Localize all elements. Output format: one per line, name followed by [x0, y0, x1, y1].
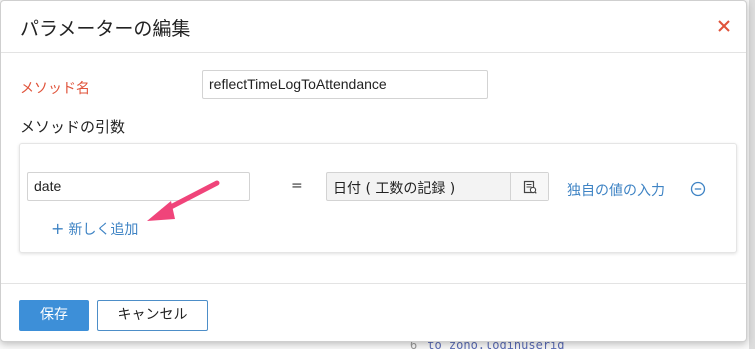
method-name-field[interactable]: reflectTimeLogToAttendance [202, 70, 488, 99]
save-button[interactable]: 保存 [19, 300, 89, 331]
dialog-header: パラメーターの編集 [1, 1, 746, 53]
argument-value-text: 日付 ( 工数の記録 ) [333, 181, 456, 197]
arguments-panel: date = 日付 ( 工数の記録 ) 独自の値の入力 + 新しく追加 [19, 143, 737, 253]
equals-sign: = [291, 178, 303, 194]
dialog-footer: 保存 キャンセル [1, 283, 746, 343]
add-new-label: 新しく追加 [68, 222, 139, 238]
method-name-label: メソッド名 [20, 81, 90, 97]
add-new-argument-link[interactable]: + 新しく追加 [51, 219, 138, 239]
edit-parameters-dialog: パラメーターの編集 メソッド名 reflectTimeLogToAttendan… [0, 0, 747, 342]
argument-value-field[interactable]: 日付 ( 工数の記録 ) [326, 172, 549, 201]
close-x-icon[interactable] [714, 15, 734, 37]
plus-icon: + [51, 219, 65, 238]
minus-circle-icon[interactable] [690, 181, 706, 197]
field-picker-button[interactable] [510, 173, 548, 200]
close-x-icon-glyph [718, 20, 730, 32]
cancel-button[interactable]: キャンセル [97, 300, 208, 331]
dialog-title: パラメーターの編集 [20, 18, 191, 40]
pink-arrow-annotation [147, 180, 220, 221]
method-arguments-heading: メソッドの引数 [20, 118, 126, 136]
field-picker-icon [523, 180, 537, 194]
background-scroll-column [749, 0, 755, 349]
enter-custom-value-link[interactable]: 独自の値の入力 [567, 180, 665, 200]
